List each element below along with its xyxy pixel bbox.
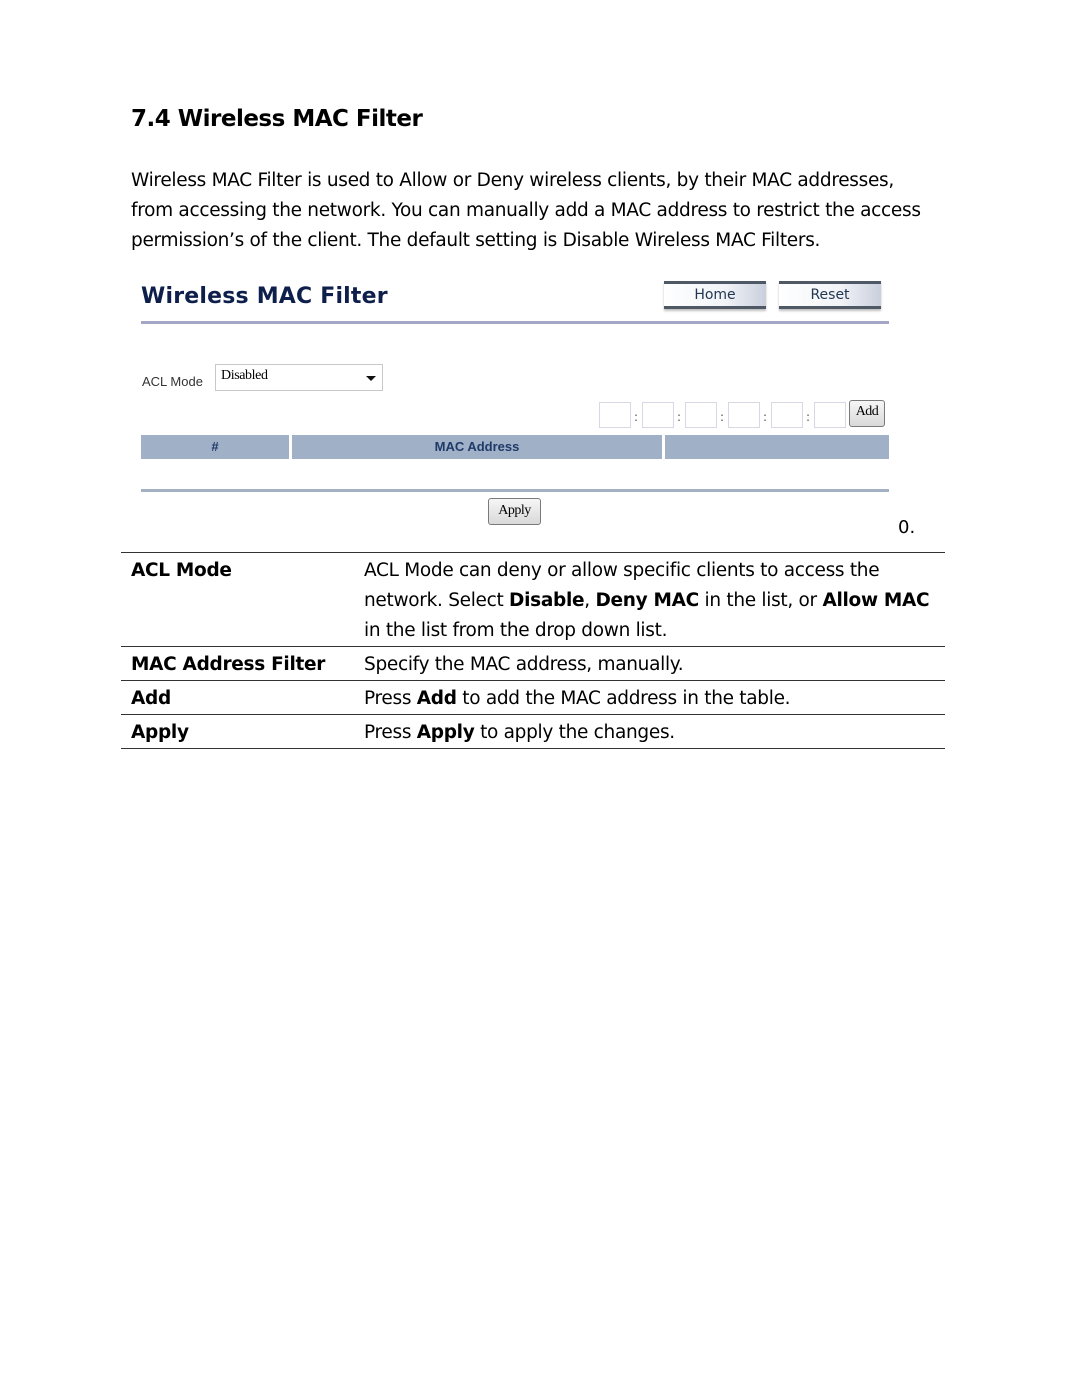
apply-button[interactable]: Apply [488,498,541,525]
bold-term: Apply [416,722,475,743]
mac-separator: : [806,410,811,424]
ui-page-title: Wireless MAC Filter [141,284,388,309]
description-definition: Specify the MAC address, manually. [364,647,945,681]
description-definition: Press Apply to apply the changes. [364,715,945,749]
chevron-down-icon [366,376,376,381]
description-definition: Press Add to add the MAC address in the … [364,681,945,715]
mac-octet-4-input[interactable] [728,402,760,428]
description-table: ACL Mode ACL Mode can deny or allow speci… [121,552,945,749]
home-button[interactable]: Home [664,281,766,309]
description-row: ACL Mode ACL Mode can deny or allow speci… [121,552,945,647]
acl-mode-select[interactable]: Disabled [215,364,383,391]
description-row: MAC Address Filter Specify the MAC addres… [121,646,945,681]
definition-text: Specify the MAC address, manually. [364,654,684,675]
definition-text: in the list from the drop down list. [364,620,668,641]
mac-octet-5-input[interactable] [771,402,803,428]
table-bottom-divider [141,489,889,492]
add-button[interactable]: Add [849,400,885,427]
description-term: ACL Mode [131,560,232,581]
mac-separator: : [720,410,725,424]
description-term: Add [131,688,171,709]
mac-separator: : [634,410,639,424]
definition-text: , [584,590,596,611]
definition-text: to add the MAC address in the table. [456,688,791,709]
reset-button[interactable]: Reset [779,281,881,309]
intro-paragraph: Wireless MAC Filter is used to Allow or … [131,166,941,256]
section-title: 7.4 Wireless MAC Filter [131,106,423,132]
table-header-number: # [141,435,289,459]
mac-octet-2-input[interactable] [642,402,674,428]
bold-term: Deny MAC [595,590,699,611]
acl-mode-label: ACL Mode [142,374,203,389]
description-row: Apply Press Apply to apply the changes. [121,714,945,749]
mac-octet-6-input[interactable] [814,402,846,428]
intro-text: Wireless MAC Filter is used to Allow or … [131,170,921,251]
mac-octet-3-input[interactable] [685,402,717,428]
table-header-mac-address: MAC Address [292,435,662,459]
acl-mode-value: Disabled [221,368,268,383]
definition-text: in the list, or [698,590,823,611]
description-term: Apply [131,722,189,743]
description-row: Add Press Add to add the MAC address in t… [121,680,945,715]
mac-separator: : [763,410,768,424]
definition-text: to apply the changes. [474,722,675,743]
table-header-action [665,435,889,459]
mac-separator: : [677,410,682,424]
definition-text: Press [364,722,417,743]
bold-term: Add [416,688,457,709]
bold-term: Allow MAC [822,590,930,611]
mac-octet-1-input[interactable] [599,402,631,428]
description-definition: ACL Mode can deny or allow specific clie… [364,553,945,647]
description-term: MAC Address Filter [131,654,326,675]
title-divider [141,321,889,324]
definition-text: Press [364,688,417,709]
figure-number: 0. [898,517,916,538]
bold-term: Disable [509,590,585,611]
